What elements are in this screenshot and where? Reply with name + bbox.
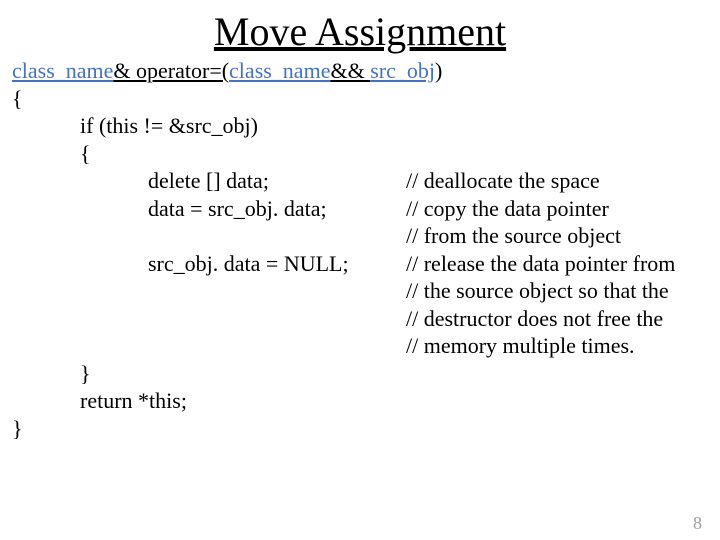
sig-amp: &&	[330, 58, 370, 83]
code-text	[148, 277, 406, 305]
comment-text: // the source object so that the	[406, 277, 708, 305]
sig-op: & operator=(	[113, 58, 229, 83]
comment-text: // destructor does not free the	[406, 305, 708, 333]
comment-text: // deallocate the space	[406, 167, 708, 195]
comment-text: // copy the data pointer	[406, 195, 708, 223]
brace-close-inner: }	[12, 360, 708, 388]
code-row: // destructor does not free the	[148, 305, 708, 333]
code-row: // from the source object	[148, 222, 708, 250]
slide-title: Move Assignment	[0, 8, 720, 55]
sig-classname-1: class_name	[12, 58, 113, 83]
code-text	[148, 222, 406, 250]
code-text	[148, 305, 406, 333]
page-number: 8	[693, 513, 702, 534]
comment-text: // release the data pointer from	[406, 250, 708, 278]
sig-classname-2: class_name	[229, 58, 330, 83]
code-row: delete [] data; // deallocate the space	[148, 167, 708, 195]
comment-text: // from the source object	[406, 222, 708, 250]
code-text	[148, 332, 406, 360]
brace-close-outer: }	[12, 415, 708, 443]
sig-srcobj: src_obj	[370, 58, 435, 83]
code-row: src_obj. data = NULL; // release the dat…	[148, 250, 708, 278]
if-line: if (this != &src_obj)	[12, 112, 708, 140]
code-row: // memory multiple times.	[148, 332, 708, 360]
sig-close: )	[435, 58, 442, 83]
slide: Move Assignment class_name& operator=(cl…	[0, 8, 720, 540]
code-text: data = src_obj. data;	[148, 195, 406, 223]
brace-open-outer: {	[12, 85, 708, 113]
code-block: delete [] data; // deallocate the space …	[12, 167, 708, 360]
return-line: return *this;	[12, 387, 708, 415]
comment-text: // memory multiple times.	[406, 332, 708, 360]
code-row: // the source object so that the	[148, 277, 708, 305]
code-text: delete [] data;	[148, 167, 406, 195]
signature-line: class_name& operator=(class_name&& src_o…	[12, 57, 708, 85]
brace-open-inner: {	[12, 140, 708, 168]
slide-body: class_name& operator=(class_name&& src_o…	[0, 57, 720, 442]
code-text: src_obj. data = NULL;	[148, 250, 406, 278]
code-row: data = src_obj. data; // copy the data p…	[148, 195, 708, 223]
